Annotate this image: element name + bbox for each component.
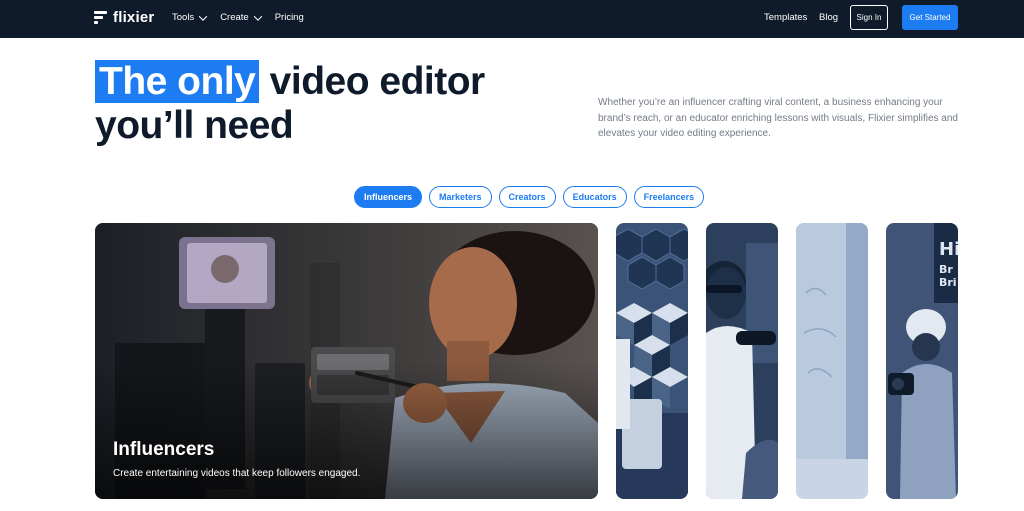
nav-create-label: Create — [220, 12, 249, 23]
title-line-2: you’ll need — [95, 103, 294, 147]
feature-card-educators[interactable] — [796, 223, 868, 499]
chevron-down-icon — [253, 11, 262, 21]
brand-name: flixier — [113, 9, 155, 26]
tab-influencers[interactable]: Influencers — [354, 186, 423, 208]
nav-tools[interactable]: Tools — [172, 11, 208, 23]
nav-pricing[interactable]: Pricing — [275, 12, 304, 23]
nav-pricing-label: Pricing — [274, 12, 304, 23]
feature-card-subtitle: Create entertaining videos that keep fol… — [113, 468, 361, 479]
svg-text:Bri: Bri — [939, 276, 957, 289]
get-started-button[interactable]: Get Started — [902, 5, 958, 30]
sign-in-button[interactable]: Sign In — [850, 5, 888, 30]
title-highlight: The only — [95, 60, 260, 103]
svg-text:Br: Br — [939, 263, 953, 276]
tab-educators[interactable]: Educators — [562, 186, 627, 208]
chevron-down-icon — [198, 11, 208, 21]
nav-create[interactable]: Create — [220, 11, 262, 23]
page-title: The only video editor you’ll need — [95, 60, 485, 147]
top-navbar: flixier Tools Create Pricing Templates B… — [0, 0, 1024, 38]
tab-freelancers[interactable]: Freelancers — [633, 186, 705, 208]
marketers-photo — [616, 223, 688, 499]
feature-card-title: Influencers — [113, 439, 215, 460]
educators-photo — [796, 223, 868, 499]
hero-description: Whether you’re an influencer crafting vi… — [598, 97, 958, 139]
svg-text:Hi: Hi — [939, 239, 958, 260]
primary-nav: Tools Create Pricing — [172, 11, 304, 23]
flixier-logo-icon — [94, 11, 107, 24]
feature-card-creators[interactable] — [706, 223, 778, 499]
nav-tools-label: Tools — [172, 12, 195, 23]
feature-card-marketers[interactable] — [616, 223, 688, 499]
nav-templates[interactable]: Templates — [764, 12, 807, 23]
creators-photo — [706, 223, 778, 499]
feature-card-influencers[interactable]: Influencers Create entertaining videos t… — [95, 223, 598, 499]
title-rest: video editor — [259, 60, 486, 103]
tab-creators[interactable]: Creators — [498, 186, 556, 208]
freelancers-photo: Hi Br Bri — [886, 223, 958, 499]
tab-marketers[interactable]: Marketers — [429, 186, 492, 208]
audience-tabs: Influencers Marketers Creators Educators… — [354, 186, 705, 208]
nav-blog[interactable]: Blog — [819, 12, 838, 23]
feature-card-freelancers[interactable]: Hi Br Bri — [886, 223, 958, 499]
brand-logo[interactable]: flixier — [94, 9, 154, 26]
